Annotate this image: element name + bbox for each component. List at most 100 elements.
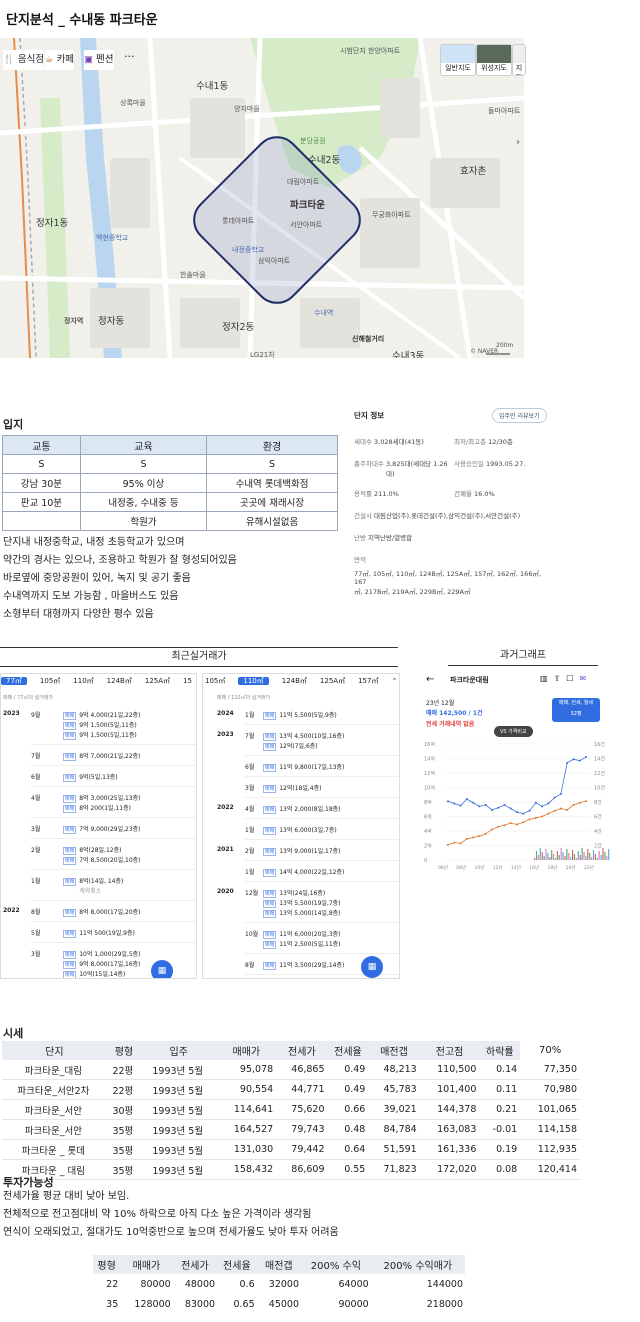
- price-col-header: 전세율: [327, 1041, 369, 1060]
- trade-tag: 매매: [63, 961, 77, 969]
- trade-text: 11억 3,500(29일,14층): [279, 962, 345, 969]
- tab-105[interactable]: 105㎡: [205, 677, 225, 685]
- layer-satellite-button[interactable]: 위성지도: [476, 44, 512, 76]
- layer-normal-button[interactable]: 일반지도: [440, 44, 476, 76]
- tab-124b[interactable]: 124B㎡: [107, 677, 132, 685]
- price-col-header: 전고점: [419, 1041, 480, 1060]
- tab-15x[interactable]: 15: [183, 677, 192, 685]
- trade-row: 매매 13억 2,000(8일,18층): [263, 804, 341, 814]
- bed-icon: ▣: [84, 54, 93, 65]
- trade-text: 7억 9,000(29일,23층): [79, 826, 141, 833]
- left-map-fab-icon[interactable]: ▦: [151, 960, 173, 978]
- trade-row: 매매 13억 9,000(1일,17층): [263, 846, 341, 856]
- map-label-lg: LG21차: [250, 351, 275, 358]
- trade-text: 11억 5,500(5일,9층): [279, 712, 337, 719]
- invest-cell: 144000: [426, 1278, 463, 1290]
- map-icon[interactable]: ▥: [540, 674, 554, 683]
- series-point: [566, 808, 569, 811]
- price-cell: 114,158: [520, 1119, 580, 1140]
- trade-text: 8억 200(1일,11층): [79, 805, 131, 812]
- y-left-tick: 4억: [424, 828, 432, 835]
- series-point: [541, 815, 544, 818]
- trade-tag: 매매: [263, 785, 277, 793]
- tab-124b[interactable]: 124B㎡: [282, 677, 307, 685]
- tab-77[interactable]: 77㎡: [1, 677, 27, 685]
- tab-110[interactable]: 110㎡: [73, 677, 93, 685]
- trade-row: 매매 9억(5일,13층): [63, 772, 118, 782]
- series-line-1: [447, 800, 587, 846]
- review-button[interactable]: 입주민 리뷰보기: [492, 408, 547, 423]
- x-tick: 08년: [456, 864, 466, 871]
- trade-text: 8억(28일,12층): [79, 847, 122, 854]
- volume-bar: [537, 855, 539, 860]
- tab-collapse-icon[interactable]: ⌃: [391, 677, 397, 685]
- trade-tag: 매매: [263, 743, 277, 751]
- series-point: [534, 816, 537, 819]
- right-map-fab-icon[interactable]: ▦: [361, 956, 383, 978]
- price-cell: 44,771: [276, 1079, 328, 1100]
- map-view[interactable]: 수내1동 수내2동 수내3동 정자1동 정자2동 정자동 파크타운 삼익아파트 …: [0, 38, 524, 358]
- invest-row: 22 80000 48000 0.6 32000 64000 144000: [93, 1274, 465, 1294]
- share-icon[interactable]: ⇪: [554, 674, 567, 683]
- x-tick: 18년: [548, 864, 558, 871]
- y-right-tick: 12건: [594, 770, 605, 777]
- trade-tag: 매매: [63, 712, 77, 720]
- type-badge[interactable]: 매매, 전세, 월세 32평: [552, 698, 600, 722]
- volume-bar: [587, 849, 589, 860]
- note-line: 소형부터 대형까지 다양한 평수 있음: [3, 609, 154, 620]
- tab-110[interactable]: 110㎡: [238, 677, 269, 685]
- trade-tag: 매매: [63, 795, 77, 803]
- price-cell: 90,554: [216, 1079, 277, 1100]
- map-more-button[interactable]: ···: [124, 50, 135, 63]
- map-tab-restaurant[interactable]: 🍴 음식점: [3, 50, 45, 70]
- trade-text: 11억 6,000(20일,3층): [279, 931, 341, 938]
- map-next-arrow-icon[interactable]: ›: [516, 137, 520, 148]
- trade-row: 매매 9억 4,000(21일,22층): [63, 710, 141, 720]
- price-cell: 30평: [106, 1099, 142, 1120]
- price-cell: 0.19: [479, 1139, 521, 1160]
- trade-panel-77[interactable]: 77㎡ 105㎡ 110㎡ 124B㎡ 125A㎡ 15 매매 / 77㎡의 실거래가 2…: [0, 673, 197, 979]
- volume-bar: [573, 854, 576, 860]
- y-right-tick: 6건: [594, 814, 602, 821]
- trade-tag: 매매: [263, 733, 277, 741]
- left-subtitle: 매매 / 77㎡의 실거래가: [3, 695, 54, 701]
- invest-cell: 35: [106, 1298, 119, 1310]
- map-label-dolma: 돌마아파트: [488, 107, 521, 115]
- volume-bar: [585, 856, 587, 860]
- price-cell: 0.55: [327, 1159, 369, 1180]
- chat-icon[interactable]: ✉: [579, 674, 592, 683]
- map-tab-cafe[interactable]: ☕ 카페: [45, 50, 75, 70]
- series-point: [528, 818, 531, 821]
- trade-month: 12월: [245, 890, 259, 897]
- trade-month: 5월: [31, 930, 41, 937]
- cell: 학원가: [79, 511, 208, 531]
- trade-row: 매매 9억 1,500(5일,11층): [63, 730, 137, 740]
- tab-157[interactable]: 157㎡: [358, 677, 378, 685]
- bookmark-icon[interactable]: ☐: [566, 674, 579, 683]
- tab-125a[interactable]: 125A㎡: [320, 677, 345, 685]
- trade-row: 매매 8억 7,000(21일,22층): [63, 751, 141, 761]
- map-label-bundang-park: 분당공원: [300, 137, 326, 145]
- invest-col-header: 매전갭: [256, 1255, 302, 1274]
- tab-125a[interactable]: 125A㎡: [145, 677, 170, 685]
- back-arrow-icon[interactable]: ←: [426, 674, 434, 685]
- price-cell: 1993년 5월: [141, 1060, 217, 1080]
- volume-bar: [600, 855, 602, 860]
- invest-col-header: 매매가: [120, 1255, 173, 1274]
- volume-bar: [566, 849, 568, 860]
- divider: [31, 900, 196, 901]
- trade-panel-110[interactable]: 105㎡ 110㎡ 124B㎡ 125A㎡ 157㎡ ⌃ 매매 / 110㎡의 실거래가 …: [202, 673, 400, 979]
- trade-row: 매매 8억 200(1일,11층): [63, 803, 131, 813]
- note-line: 약간의 경사는 있으나, 조용하고 학원가 잘 형성되어있음: [3, 555, 237, 566]
- trade-text: 11억 9,800(17일,13층): [279, 764, 345, 771]
- price-cell: 46,865: [276, 1060, 328, 1080]
- price-cell: 114,641: [216, 1099, 277, 1120]
- fork-icon: 🍴: [3, 54, 15, 65]
- volume-bar: [608, 849, 610, 860]
- price-cell: 71,823: [368, 1159, 420, 1180]
- layer-cadastral-button[interactable]: 지적: [512, 44, 526, 76]
- price-cell: 161,336: [419, 1139, 480, 1160]
- series-point: [465, 798, 468, 801]
- tab-105[interactable]: 105㎡: [40, 677, 60, 685]
- map-tab-pension[interactable]: ▣ 펜션: [84, 50, 114, 70]
